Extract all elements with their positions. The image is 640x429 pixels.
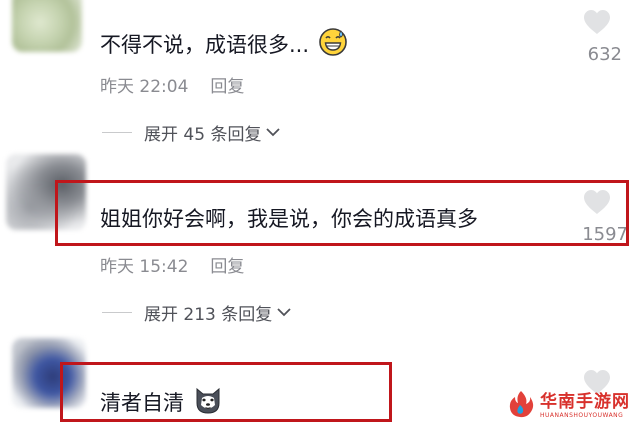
expand-replies-button[interactable]: 展开 45 条回复 <box>102 120 281 145</box>
divider <box>102 312 132 313</box>
watermark-subtitle: HUANANSHOUYOUWANG <box>540 412 624 419</box>
like-button[interactable]: 632 <box>572 8 622 65</box>
heart-icon <box>572 8 622 40</box>
expand-replies-label: 展开 45 条回复 <box>144 125 262 145</box>
like-button[interactable]: 1597 <box>572 188 628 245</box>
like-count: 1597 <box>582 224 628 245</box>
chevron-down-icon <box>276 303 292 323</box>
comment-time: 昨天 15:42 <box>100 257 189 277</box>
comment-text: 姐姐你好会啊，我是说，你会的成语真多 <box>100 207 478 231</box>
grinning-sweat-emoji-icon <box>318 27 348 64</box>
reply-button[interactable]: 回复 <box>210 77 244 97</box>
avatar[interactable] <box>12 0 82 52</box>
comment-meta: 昨天 15:42 回复 <box>100 252 244 277</box>
expand-replies-label: 展开 213 条回复 <box>144 305 273 325</box>
comment-time: 昨天 22:04 <box>100 77 189 97</box>
comment-section: 不得不说，成语很多... 昨天 22:04 回复 展开 45 条回复 632 姐… <box>0 0 640 429</box>
heart-icon <box>572 188 622 220</box>
comment-3-text-row: 清者自清 <box>100 385 223 422</box>
reply-button[interactable]: 回复 <box>210 257 244 277</box>
comment-text: 不得不说，成语很多... <box>100 33 310 57</box>
like-count: 632 <box>587 44 622 65</box>
expand-replies-button[interactable]: 展开 213 条回复 <box>102 300 292 325</box>
watermark: 华南手游网 HUANANSHOUYOUWANG <box>506 389 634 423</box>
husky-dog-emoji-icon <box>193 385 223 422</box>
comment-1-text-row: 不得不说，成语很多... <box>100 27 348 64</box>
flame-logo-icon <box>506 389 536 423</box>
avatar[interactable] <box>12 338 86 408</box>
chevron-down-icon <box>265 123 281 143</box>
avatar[interactable] <box>6 154 86 230</box>
comment-meta: 昨天 22:04 回复 <box>100 72 244 97</box>
comment-text: 清者自清 <box>100 391 184 415</box>
watermark-name: 华南手游网 <box>540 392 630 412</box>
divider <box>102 132 132 133</box>
watermark-text: 华南手游网 HUANANSHOUYOUWANG <box>540 392 630 420</box>
